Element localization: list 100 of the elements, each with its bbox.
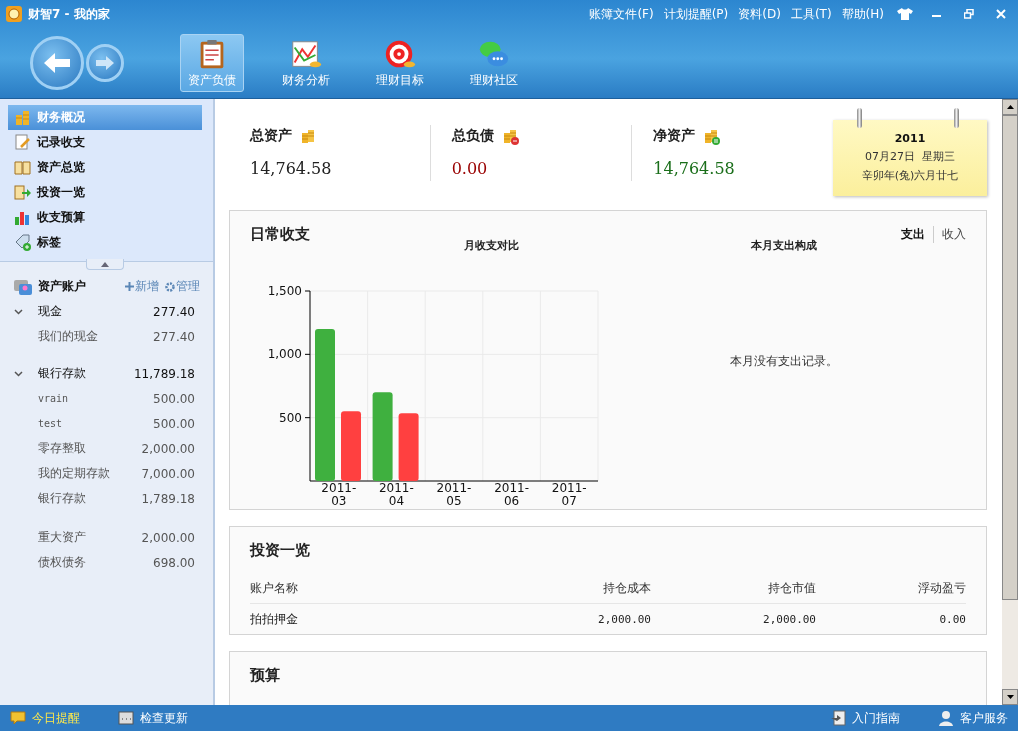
sidebar-item[interactable]: 资产总览 xyxy=(8,155,202,180)
stat-label: 总资产 xyxy=(250,127,292,145)
account-amount: 500.00 xyxy=(153,416,195,431)
sidebar-item[interactable]: 记录收支 xyxy=(8,130,202,155)
tab[interactable]: 支出 xyxy=(893,226,933,243)
binder-ring-icon xyxy=(954,107,959,128)
chart-title: 本月支出构成 xyxy=(751,238,817,253)
toolbar-button[interactable]: 财务分析 xyxy=(274,34,338,92)
coins-icon xyxy=(501,127,519,145)
category-label: 2011-04 xyxy=(377,482,415,508)
scroll-down-icon[interactable] xyxy=(1006,695,1014,699)
menu-item[interactable]: 账簿文件(F) xyxy=(589,5,654,23)
menu-item[interactable]: 工具(T) xyxy=(790,5,832,23)
tick-label: 500 xyxy=(279,410,302,425)
column-header: 浮动盈亏 xyxy=(816,574,966,604)
card-title: 预算 xyxy=(250,666,281,685)
tick-label: 1,000 xyxy=(267,347,302,362)
back-button[interactable] xyxy=(30,36,84,90)
coins-icon xyxy=(300,127,317,145)
account-row[interactable]: 债权债务 698.00 xyxy=(0,550,213,575)
card-title: 投资一览 xyxy=(250,541,311,560)
stat-value: 0.00 xyxy=(451,159,489,178)
table-cell: 2,000.00 xyxy=(651,603,816,630)
account-amount: 2,000.00 xyxy=(141,530,195,545)
keyboard-icon xyxy=(118,710,134,726)
card-title: 日常收支 xyxy=(250,225,310,244)
account-row[interactable]: 我们的现金 277.40 xyxy=(0,324,213,349)
plus-icon xyxy=(125,282,134,291)
account-name: 零存整取 xyxy=(38,440,87,457)
calendar-date: 07月27日 星期三 xyxy=(865,149,955,164)
column-header: 持仓成本 xyxy=(440,574,651,604)
chevron-icon[interactable] xyxy=(14,370,23,377)
account-name: 债权债务 xyxy=(38,554,87,571)
column-header: 账户名称 xyxy=(250,574,441,604)
table-cell: 2,000.00 xyxy=(440,603,651,630)
account-row[interactable]: 银行存款 1,789.18 xyxy=(0,486,213,511)
binder-ring-icon xyxy=(856,107,862,128)
book-icon xyxy=(14,159,31,176)
menu-item[interactable]: 帮助(H) xyxy=(841,5,884,23)
tick-label: 1,500 xyxy=(267,284,302,298)
stat-label: 总负债 xyxy=(451,127,494,145)
account-row[interactable]: test 500.00 xyxy=(0,411,213,436)
tab[interactable]: 收入 xyxy=(933,226,974,243)
book-arrow-icon xyxy=(14,184,31,201)
chevron-icon[interactable] xyxy=(14,308,23,315)
scrollbar[interactable] xyxy=(1002,99,1018,705)
sidebar-item[interactable]: 收支预算 xyxy=(8,205,202,230)
account-name: 我们的现金 xyxy=(38,328,99,345)
section-title: 资产账户 xyxy=(38,278,87,295)
account-group-row[interactable]: 现金 277.40 xyxy=(0,299,213,324)
scroll-up-icon[interactable] xyxy=(1006,105,1014,109)
account-row[interactable]: vrain 500.00 xyxy=(0,386,213,411)
tag-icon xyxy=(14,234,31,251)
add-link[interactable]: 新增 xyxy=(125,278,159,295)
gear-icon xyxy=(165,281,175,292)
account-row[interactable]: 零存整取 2,000.00 xyxy=(0,436,213,461)
account-row[interactable]: 我的定期存款 7,000.00 xyxy=(0,461,213,486)
coins-icon xyxy=(703,127,721,145)
calendar-lunar: 辛卯年(兔)六月廿七 xyxy=(861,168,959,183)
left-arrow-icon xyxy=(44,53,70,73)
category-label: 2011-06 xyxy=(493,482,531,508)
account-group-row[interactable]: 银行存款 11,789.18 xyxy=(0,361,213,386)
empty-message: 本月没有支出记录。 xyxy=(730,353,838,370)
account-amount: 1,789.18 xyxy=(141,491,195,506)
account-card-icon xyxy=(14,278,32,295)
account-name: vrain xyxy=(38,393,70,404)
status-button[interactable]: 检查更新 xyxy=(118,709,188,727)
account-amount: 7,000.00 xyxy=(141,466,195,481)
status-button[interactable]: 今日提醒 xyxy=(10,709,80,727)
window-title: 财智7 - 我的家 xyxy=(28,5,110,23)
toolbar-button[interactable]: 理财社区 xyxy=(462,34,526,92)
stat-label: 净资产 xyxy=(653,127,696,145)
bar xyxy=(341,411,361,481)
shirt-icon[interactable] xyxy=(894,5,916,23)
stat-value: 14,764.58 xyxy=(250,159,333,178)
table-cell: 0.00 xyxy=(816,603,966,630)
status-button[interactable]: 入门指南 xyxy=(830,709,900,727)
account-row[interactable]: 重大资产 2,000.00 xyxy=(0,525,213,550)
account-amount: 698.00 xyxy=(153,555,195,570)
column-header: 持仓市值 xyxy=(651,574,816,604)
right-arrow-icon xyxy=(96,56,114,70)
account-amount: 500.00 xyxy=(153,391,195,406)
chart-title: 月收支对比 xyxy=(463,238,519,253)
bar xyxy=(398,413,419,481)
speech-bubble-icon xyxy=(10,710,26,726)
account-amount: 2,000.00 xyxy=(141,441,195,456)
status-button[interactable]: 客户服务 xyxy=(938,709,1008,727)
toolbar-button[interactable]: 理财目标 xyxy=(368,34,432,92)
sidebar-item[interactable]: 标签 xyxy=(8,230,202,255)
menu-item[interactable]: 计划提醒(P) xyxy=(663,5,729,23)
manage-link[interactable]: 管理 xyxy=(165,278,200,295)
menu-item[interactable]: 资料(D) xyxy=(738,5,781,23)
forward-button[interactable] xyxy=(86,44,124,82)
bar-chart-icon xyxy=(14,209,31,226)
account-amount: 277.40 xyxy=(153,304,195,319)
stat-value: 14,764.58 xyxy=(653,159,736,178)
account-name: 现金 xyxy=(38,303,63,320)
sidebar-item[interactable]: 投资一览 xyxy=(8,180,202,205)
account-name: 银行存款 xyxy=(38,490,87,507)
collapse-button[interactable] xyxy=(86,259,124,270)
